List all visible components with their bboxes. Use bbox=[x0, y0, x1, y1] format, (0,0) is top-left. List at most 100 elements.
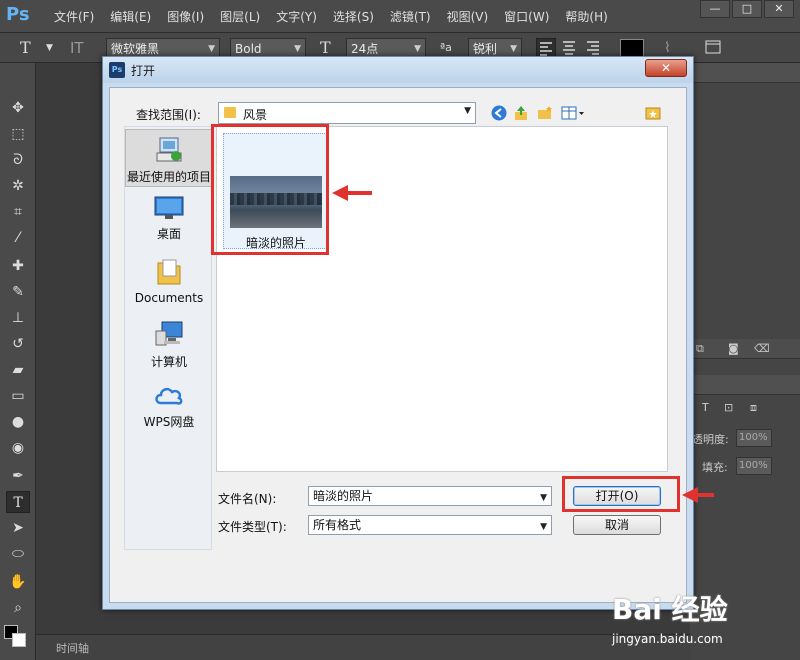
arrow-shaft bbox=[696, 493, 714, 497]
align-left-button[interactable] bbox=[536, 38, 556, 58]
maximize-button[interactable]: □ bbox=[732, 0, 762, 18]
history-brush-tool-icon[interactable]: ↺ bbox=[6, 333, 30, 355]
dodge-tool-icon[interactable]: ◉ bbox=[6, 437, 30, 459]
tool-preset-arrow-icon[interactable]: ▼ bbox=[46, 38, 53, 58]
horizontal-type-tool-icon[interactable]: T bbox=[6, 491, 30, 513]
timeline-tab[interactable]: 时间轴 bbox=[56, 640, 89, 656]
fill-input[interactable]: 100% bbox=[736, 457, 772, 475]
watermark-logo: Bai 经验 bbox=[612, 593, 728, 626]
menu-file[interactable]: 文件(F) bbox=[46, 8, 102, 25]
warp-text-icon[interactable]: ⌇ bbox=[664, 38, 671, 58]
menu-select[interactable]: 选择(S) bbox=[325, 8, 382, 25]
cancel-button[interactable]: 取消 bbox=[573, 515, 661, 535]
minimize-button[interactable]: — bbox=[700, 0, 730, 18]
zoom-tool-icon[interactable]: ⌕ bbox=[6, 597, 30, 619]
fill-label: 填充: bbox=[702, 461, 728, 474]
align-center-button[interactable] bbox=[560, 38, 580, 58]
text-color-swatch[interactable] bbox=[620, 39, 644, 57]
places-bar: 最近使用的项目 桌面 Documents 计算机 WPS网盘 bbox=[124, 126, 213, 550]
folder-icon bbox=[224, 107, 236, 118]
lasso-tool-icon[interactable]: ᘐ bbox=[6, 149, 30, 171]
menu-view[interactable]: 视图(V) bbox=[439, 8, 497, 25]
place-recent-items[interactable]: 最近使用的项目 bbox=[125, 129, 213, 187]
place-wps-cloud[interactable]: WPS网盘 bbox=[125, 381, 213, 435]
magic-wand-tool-icon[interactable]: ✲ bbox=[6, 175, 30, 197]
file-highlight-box bbox=[211, 124, 329, 255]
path-selection-tool-icon[interactable]: ➤ bbox=[6, 517, 30, 539]
filetype-label: 文件类型(T): bbox=[218, 520, 287, 534]
opacity-input[interactable]: 100% bbox=[736, 429, 772, 447]
eyedropper-tool-icon[interactable]: ⁄ bbox=[6, 227, 30, 249]
align-right-button[interactable] bbox=[584, 38, 604, 58]
antialias-select[interactable]: 锐利 ▼ bbox=[468, 38, 522, 58]
crop-tool-icon[interactable]: ⌗ bbox=[6, 201, 30, 223]
back-icon[interactable] bbox=[490, 104, 508, 122]
desktop-icon bbox=[154, 196, 184, 219]
dialog-titlebar[interactable]: Ps 打开 ✕ bbox=[103, 57, 693, 83]
close-window-button[interactable]: ✕ bbox=[764, 0, 794, 18]
menu-help[interactable]: 帮助(H) bbox=[557, 8, 615, 25]
font-family-select[interactable]: 微软雅黑 ▼ bbox=[106, 38, 220, 58]
menu-edit[interactable]: 编辑(E) bbox=[102, 8, 159, 25]
brush-tool-icon[interactable]: ✎ bbox=[6, 281, 30, 303]
type-filter-icon[interactable]: T bbox=[702, 401, 709, 414]
photoshop-icon: Ps bbox=[109, 62, 125, 78]
arrow-shaft bbox=[346, 191, 372, 195]
eraser-tool-icon[interactable]: ▰ bbox=[6, 359, 30, 381]
wps-cloud-icon bbox=[155, 387, 183, 405]
menu-window[interactable]: 窗口(W) bbox=[496, 8, 557, 25]
background-color-swatch[interactable] bbox=[12, 633, 26, 647]
chevron-down-icon: ▼ bbox=[540, 493, 547, 503]
text-orientation-icon[interactable]: IT bbox=[70, 38, 84, 58]
antialias-icon: ªa bbox=[440, 41, 452, 54]
ellipse-tool-icon[interactable]: ⬭ bbox=[6, 543, 30, 565]
layers-panel-header bbox=[690, 375, 800, 395]
filetype-value: 所有格式 bbox=[313, 518, 362, 532]
new-folder-icon[interactable] bbox=[536, 104, 554, 122]
font-style-value: Bold bbox=[235, 42, 262, 56]
marquee-tool-icon[interactable]: ⬚ bbox=[6, 123, 30, 145]
favorites-icon[interactable] bbox=[644, 104, 662, 122]
chevron-down-icon: ▼ bbox=[464, 106, 471, 116]
menu-type[interactable]: 文字(Y) bbox=[268, 8, 325, 25]
smart-object-filter-icon[interactable]: ⧈ bbox=[750, 401, 757, 415]
place-computer[interactable]: 计算机 bbox=[125, 319, 213, 375]
stamp-tool-icon[interactable]: ⊥ bbox=[6, 307, 30, 329]
camera-icon[interactable]: ◙ bbox=[728, 342, 739, 355]
antialias-value: 锐利 bbox=[473, 42, 498, 56]
trash-icon[interactable]: ⌫ bbox=[754, 342, 770, 355]
font-size-select[interactable]: 24点 ▼ bbox=[346, 38, 426, 58]
menu-layer[interactable]: 图层(L) bbox=[212, 8, 268, 25]
healing-brush-tool-icon[interactable]: ✚ bbox=[6, 255, 30, 277]
chevron-down-icon: ▼ bbox=[540, 522, 547, 532]
place-documents[interactable]: Documents bbox=[125, 257, 213, 313]
menu-image[interactable]: 图像(I) bbox=[159, 8, 212, 25]
place-desktop[interactable]: 桌面 bbox=[125, 195, 213, 249]
menu-list: 文件(F) 编辑(E) 图像(I) 图层(L) 文字(Y) 选择(S) 滤镜(T… bbox=[46, 8, 616, 25]
panel-header bbox=[690, 63, 800, 83]
filename-input[interactable]: 暗淡的照片 ▼ bbox=[308, 486, 552, 506]
documents-folder-icon bbox=[157, 259, 181, 285]
up-folder-icon[interactable] bbox=[512, 104, 530, 122]
filetype-select[interactable]: 所有格式 ▼ bbox=[308, 515, 552, 535]
menu-bar: Ps 文件(F) 编辑(E) 图像(I) 图层(L) 文字(Y) 选择(S) 滤… bbox=[0, 0, 800, 33]
watermark-url: jingyan.baidu.com bbox=[612, 632, 723, 646]
dialog-close-button[interactable]: ✕ bbox=[645, 59, 687, 77]
font-style-select[interactable]: Bold ▼ bbox=[230, 38, 306, 58]
type-tool-icon[interactable]: T bbox=[20, 38, 31, 58]
look-in-dropdown[interactable]: 风景 ▼ bbox=[218, 102, 476, 124]
blur-tool-icon[interactable]: ● bbox=[6, 411, 30, 433]
view-menu-icon[interactable] bbox=[560, 104, 586, 122]
character-panel-icon[interactable] bbox=[704, 38, 722, 58]
panel-footer-icons: ⧉ ◙ ⌫ bbox=[690, 339, 800, 359]
pen-tool-icon[interactable]: ✒ bbox=[6, 465, 30, 487]
shape-filter-icon[interactable]: ⊡ bbox=[724, 401, 733, 414]
hand-tool-icon[interactable]: ✋ bbox=[6, 571, 30, 593]
move-tool-icon[interactable]: ✥ bbox=[6, 97, 30, 119]
baidu-watermark: Bai 经验 jingyan.baidu.com bbox=[612, 588, 792, 650]
menu-filter[interactable]: 滤镜(T) bbox=[382, 8, 439, 25]
new-snapshot-icon[interactable]: ⧉ bbox=[696, 342, 704, 356]
place-label: 桌面 bbox=[156, 227, 181, 241]
gradient-tool-icon[interactable]: ▭ bbox=[6, 385, 30, 407]
font-family-value: 微软雅黑 bbox=[111, 42, 160, 56]
